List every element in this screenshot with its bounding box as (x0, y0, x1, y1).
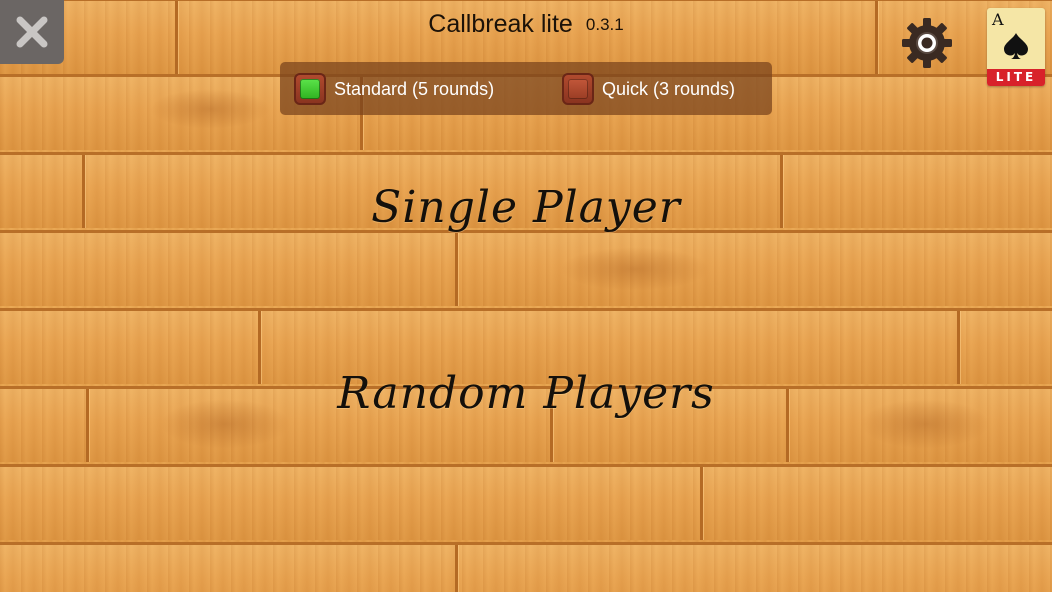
wood-plank-row (0, 542, 1052, 592)
gear-icon (900, 18, 954, 74)
title-bar: Callbreak lite 0.3.1 (0, 10, 1052, 39)
single-player-button[interactable]: Single Player (0, 182, 1052, 233)
mode-option-standard[interactable]: Standard (5 rounds) (294, 71, 494, 107)
app-logo-card: A LITE (987, 8, 1045, 86)
lite-badge: LITE (987, 69, 1045, 86)
game-mode-selector: Standard (5 rounds) Quick (3 rounds) (280, 62, 772, 115)
app-title: Callbreak lite (428, 10, 573, 38)
wood-plank-row (0, 464, 1052, 540)
game-menu-screen: Callbreak lite 0.3.1 A LITE Standard (5 … (0, 0, 1052, 592)
mode-label-standard: Standard (5 rounds) (334, 78, 495, 99)
spade-icon (1003, 32, 1029, 64)
wood-plank-row (0, 230, 1052, 306)
app-version: 0.3.1 (585, 14, 624, 34)
card-rank: A (992, 10, 1004, 29)
mode-checkbox-quick[interactable] (562, 73, 594, 105)
random-players-button[interactable]: Random Players (0, 368, 1052, 419)
settings-button[interactable] (900, 16, 954, 70)
mode-option-quick[interactable]: Quick (3 rounds) (562, 71, 735, 107)
mode-checkbox-standard[interactable] (294, 73, 326, 105)
mode-label-quick: Quick (3 rounds) (602, 78, 736, 99)
